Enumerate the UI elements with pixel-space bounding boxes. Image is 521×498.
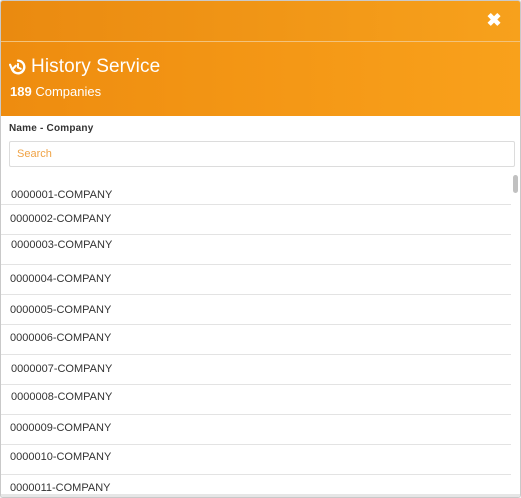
- list-item-label: 0000010-COMPANY: [10, 451, 112, 463]
- list-item-label: 0000001-COMPANY: [11, 189, 113, 201]
- list-item[interactable]: 0000007-COMPANY: [1, 355, 511, 385]
- list-item[interactable]: 0000005-COMPANY: [1, 295, 511, 325]
- list-item-label: 0000009-COMPANY: [10, 422, 112, 434]
- dialog-topbar: ✖: [1, 1, 520, 42]
- header-title-row: History Service: [9, 56, 160, 78]
- list-item-label: 0000007-COMPANY: [11, 363, 113, 375]
- list-item-label: 0000008-COMPANY: [11, 391, 113, 403]
- scrollbar-thumb[interactable]: [513, 175, 518, 193]
- history-service-dialog: ✖ History Service 189 Companies Name - C…: [0, 0, 521, 498]
- list-item[interactable]: 0000006-COMPANY: [1, 325, 511, 355]
- list-item-label: 0000002-COMPANY: [10, 213, 112, 225]
- list-item[interactable]: 0000004-COMPANY: [1, 265, 511, 295]
- list-item[interactable]: 0000002-COMPANY: [1, 205, 511, 235]
- company-count: 189 Companies: [10, 84, 101, 99]
- list-item-label: 0000006-COMPANY: [10, 332, 112, 344]
- company-count-label: Companies: [35, 84, 102, 99]
- list-item-label: 0000005-COMPANY: [10, 304, 112, 316]
- list-scrollbar[interactable]: [512, 173, 519, 495]
- company-list: 0000001-COMPANY 0000002-COMPANY 0000003-…: [1, 177, 511, 497]
- name-company-label: Name - Company: [9, 123, 94, 134]
- list-item[interactable]: 0000010-COMPANY: [1, 445, 511, 475]
- list-item[interactable]: 0000001-COMPANY: [1, 177, 511, 205]
- search-input[interactable]: [9, 141, 515, 167]
- page-title: History Service: [31, 56, 161, 77]
- dialog-header: History Service 189 Companies: [1, 42, 520, 116]
- list-item[interactable]: 0000008-COMPANY: [1, 385, 511, 415]
- list-item-label: 0000004-COMPANY: [10, 273, 112, 285]
- bottom-edge: [1, 494, 520, 497]
- company-count-number: 189: [10, 84, 32, 99]
- history-icon: [9, 59, 26, 75]
- list-item[interactable]: 0000003-COMPANY: [1, 235, 511, 265]
- list-item-label: 0000003-COMPANY: [11, 239, 113, 251]
- list-item[interactable]: 0000009-COMPANY: [1, 415, 511, 445]
- list-item-label: 0000011-COMPANY: [10, 482, 111, 494]
- close-icon[interactable]: ✖: [484, 10, 504, 30]
